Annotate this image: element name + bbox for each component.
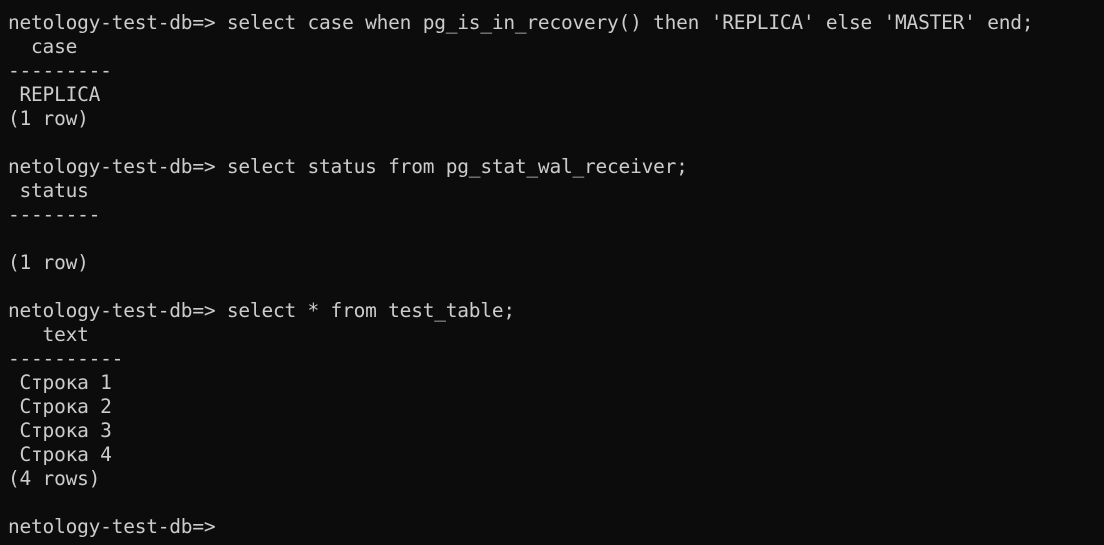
result-row: [8, 227, 1104, 251]
prompt-text: netology-test-db=>: [8, 515, 227, 538]
result-row: Строка 2: [8, 395, 112, 418]
query-line: netology-test-db=> select status from pg…: [8, 155, 688, 178]
row-count: (1 row): [8, 251, 89, 274]
column-header: status: [8, 179, 89, 202]
row-count: (1 row): [8, 107, 89, 130]
query-line: netology-test-db=> select case when pg_i…: [8, 11, 1034, 34]
result-row: Строка 1: [8, 371, 112, 394]
column-header: case: [8, 35, 78, 58]
terminal-window[interactable]: netology-test-db=> select case when pg_i…: [0, 0, 1104, 545]
column-header: text: [8, 323, 89, 346]
prompt-line[interactable]: netology-test-db=>: [8, 515, 1104, 539]
query-line: netology-test-db=> select * from test_ta…: [8, 299, 515, 322]
result-row: REPLICA: [8, 83, 101, 106]
result-row: Строка 4: [8, 443, 112, 466]
row-count: (4 rows): [8, 467, 101, 490]
header-separator: ---------: [8, 59, 112, 82]
result-row: Строка 3: [8, 419, 112, 442]
header-separator: ----------: [8, 347, 124, 370]
text-cursor: [226, 516, 237, 536]
header-separator: --------: [8, 203, 101, 226]
